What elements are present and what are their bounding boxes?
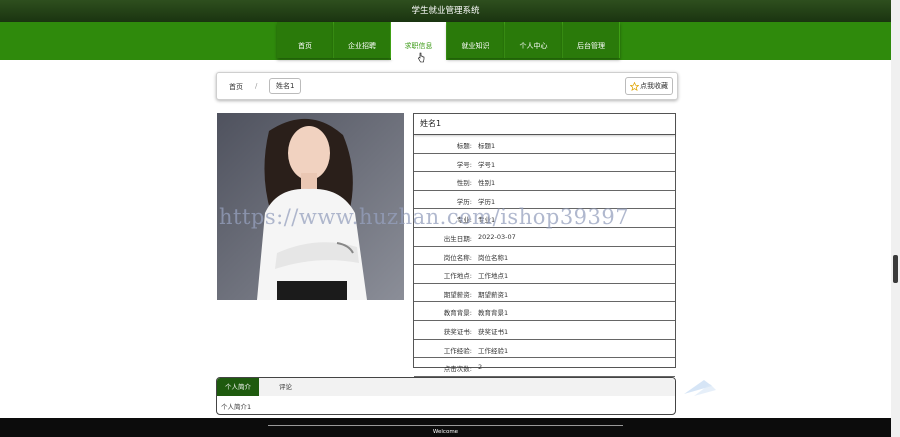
detail-label: 学号: xyxy=(456,160,472,169)
breadcrumb: 首页 / 姓名1 点我收藏 xyxy=(216,72,678,100)
detail-value: 工作地点1 xyxy=(478,272,509,281)
detail-row-gender: 性别: 性别1 xyxy=(414,172,675,191)
detail-row-location: 工作地点: 工作地点1 xyxy=(414,265,675,284)
detail-value: 学号1 xyxy=(478,160,496,169)
hand-cursor-icon xyxy=(418,52,425,63)
detail-label: 标题: xyxy=(456,142,472,150)
detail-row-experience: 工作经验: 工作经验1 xyxy=(414,340,675,359)
detail-value: 获奖证书1 xyxy=(478,327,509,336)
detail-value: 2022-03-07 xyxy=(478,232,516,241)
detail-label: 岗位名称: xyxy=(443,253,472,262)
detail-row-title: 标题: 标题1 xyxy=(414,135,675,154)
detail-label: 出生日期: xyxy=(443,234,472,243)
detail-row-certificates: 获奖证书: 获奖证书1 xyxy=(414,321,675,340)
decorative-arrow-icon xyxy=(684,380,716,396)
detail-label: 点击次数: xyxy=(443,365,472,374)
detail-label: 获奖证书: xyxy=(443,327,472,336)
footer-divider xyxy=(268,425,623,426)
detail-label: 期望薪资: xyxy=(443,290,472,299)
breadcrumb-current: 姓名1 xyxy=(269,78,302,94)
tab-comments[interactable]: 评论 xyxy=(271,378,300,396)
detail-row-background: 教育背景: 教育背景1 xyxy=(414,302,675,321)
detail-title: 姓名1 xyxy=(414,114,675,135)
tab-bar: 个人简介 评论 xyxy=(217,378,675,396)
watermark-text: https://www.huzhan.com/ishop39397 xyxy=(219,205,630,229)
app-title: 学生就业管理系统 xyxy=(411,6,480,16)
breadcrumb-separator: / xyxy=(255,82,258,90)
page-scrollbar[interactable] xyxy=(891,0,900,437)
detail-label: 性别: xyxy=(456,179,472,188)
footer-text: Welcome xyxy=(432,429,459,435)
detail-row-salary: 期望薪资: 期望薪资1 xyxy=(414,284,675,303)
scrollbar-thumb[interactable] xyxy=(893,255,898,283)
detail-value: 性别1 xyxy=(478,179,496,188)
nav-item-admin[interactable]: 后台管理 xyxy=(563,22,620,58)
detail-value: 工作经验1 xyxy=(478,346,509,355)
detail-value: 期望薪资1 xyxy=(478,290,509,299)
nav-item-personal-center[interactable]: 个人中心 xyxy=(505,22,563,58)
nav-item-recruitment[interactable]: 企业招聘 xyxy=(334,22,391,58)
detail-row-click-count: 点击次数: 2 xyxy=(414,358,675,377)
detail-row-student-id: 学号: 学号1 xyxy=(414,154,675,173)
tab-content: 个人简介1 xyxy=(221,403,252,411)
app-header: 学生就业管理系统 xyxy=(0,0,891,22)
detail-label: 工作经验: xyxy=(443,346,472,355)
nav-item-knowledge[interactable]: 就业知识 xyxy=(447,22,505,58)
tab-introduction[interactable]: 个人简介 xyxy=(217,378,259,396)
star-icon xyxy=(630,81,639,91)
profile-tabs: 个人简介 评论 个人简介1 xyxy=(216,377,676,415)
detail-row-position: 岗位名称: 岗位名称1 xyxy=(414,247,675,266)
detail-panel: 姓名1 标题: 标题1 学号: 学号1 性别: 性别1 学历: 学历1 专业: … xyxy=(413,113,676,377)
favorite-button[interactable]: 点我收藏 xyxy=(625,77,673,95)
detail-label: 教育背景: xyxy=(443,309,472,318)
detail-value: 2 xyxy=(478,363,483,372)
favorite-label: 点我收藏 xyxy=(640,82,668,90)
detail-row-birth-date: 出生日期: 2022-03-07 xyxy=(414,228,675,247)
detail-value: 标题1 xyxy=(478,142,496,150)
detail-value: 教育背景1 xyxy=(478,309,509,318)
nav-item-home[interactable]: 首页 xyxy=(277,22,334,58)
breadcrumb-home-link[interactable]: 首页 xyxy=(229,82,243,92)
detail-label: 工作地点: xyxy=(443,272,472,281)
main-nav: 首页 企业招聘 求职信息 就业知识 个人中心 后台管理 xyxy=(0,22,891,60)
detail-value: 岗位名称1 xyxy=(478,253,509,262)
